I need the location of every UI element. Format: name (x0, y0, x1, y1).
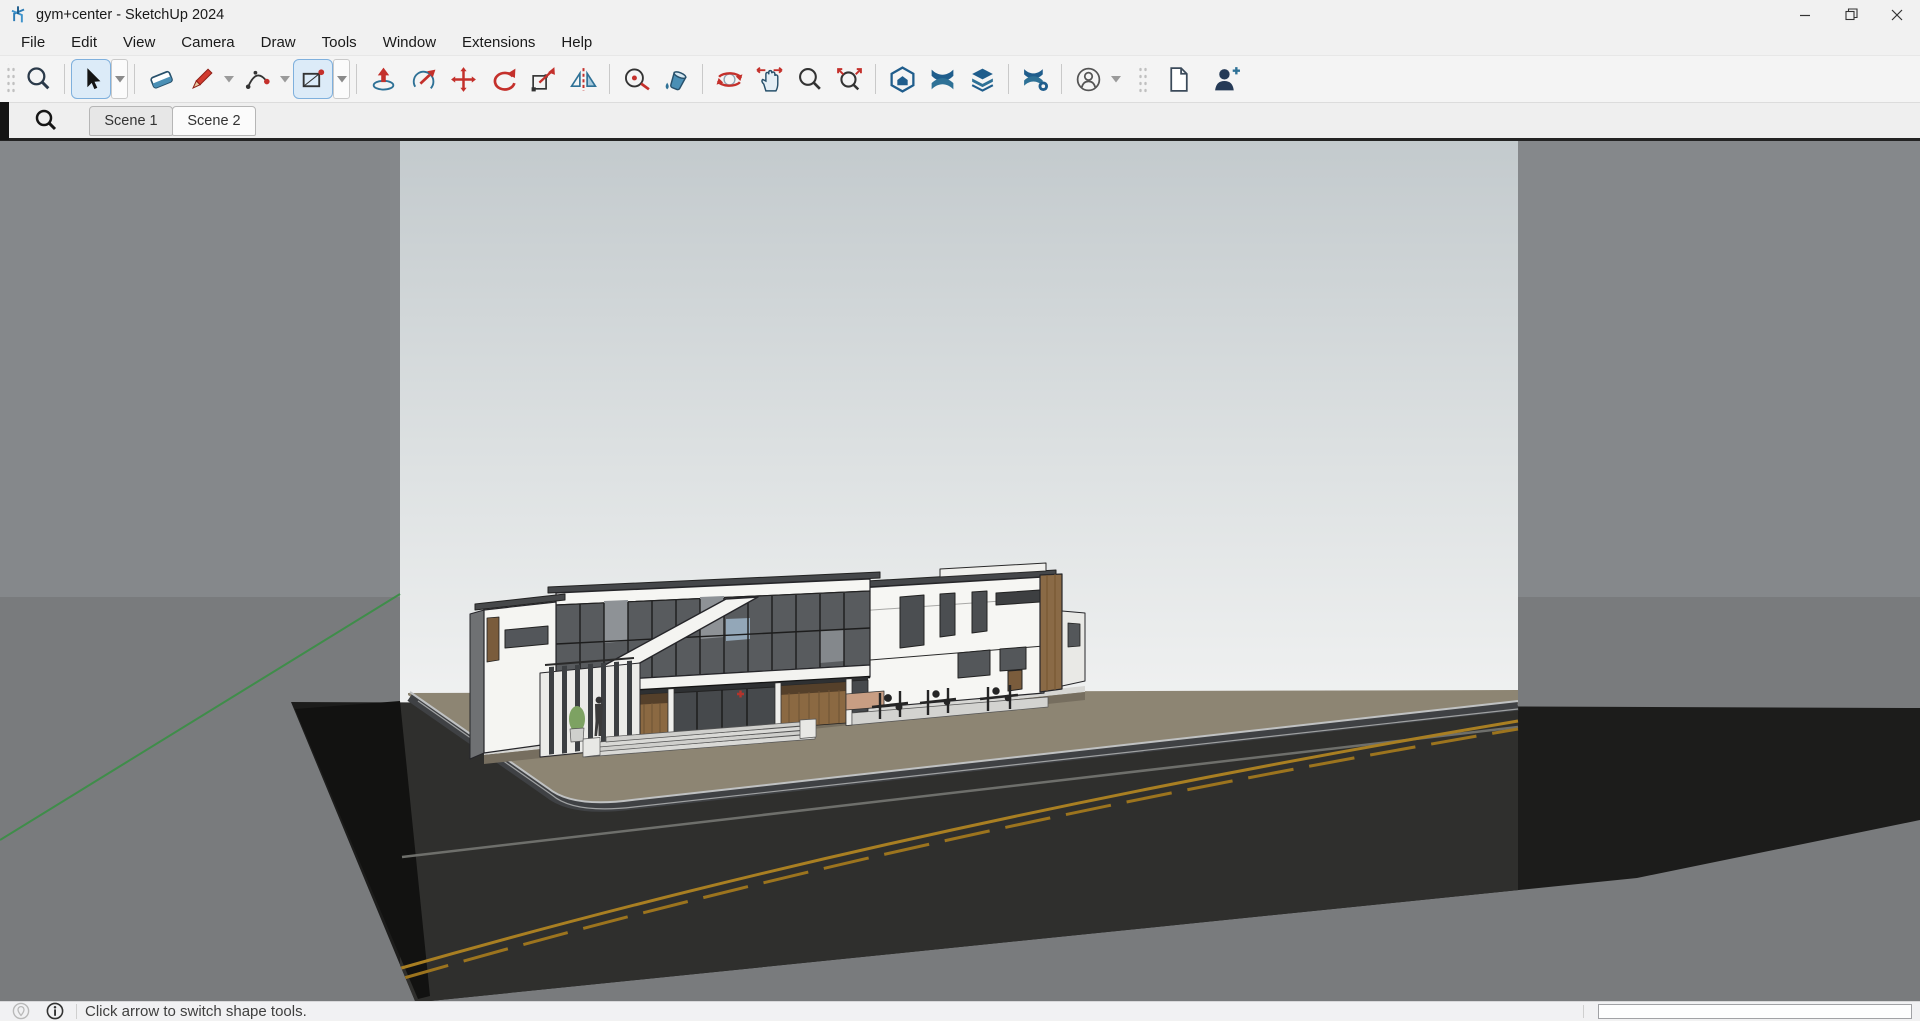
building-right-block (850, 563, 1085, 709)
close-icon (1891, 9, 1903, 21)
line-tool-icon[interactable] (181, 59, 221, 99)
menu-window[interactable]: Window (370, 31, 449, 54)
eraser-tool-icon[interactable] (141, 59, 181, 99)
rotate-tool-icon[interactable] (483, 59, 523, 99)
statusbar-separator (76, 1004, 77, 1019)
toolbar-grip[interactable] (5, 64, 15, 94)
extension-warehouse-icon[interactable] (922, 59, 962, 99)
title-bar: gym+center - SketchUp 2024 (0, 0, 1920, 29)
window-title: gym+center - SketchUp 2024 (36, 7, 224, 23)
viewport-canvas[interactable] (0, 141, 1920, 1001)
scale-tool-icon[interactable] (523, 59, 563, 99)
minimize-button[interactable] (1782, 0, 1828, 29)
menu-file[interactable]: File (8, 31, 58, 54)
pan-tool-icon[interactable] (749, 59, 789, 99)
scenebar-edge-strip (0, 102, 9, 140)
flip-tool-icon[interactable] (563, 59, 603, 99)
menu-bar: File Edit View Camera Draw Tools Window … (0, 29, 1920, 55)
tape-measure-tool-icon[interactable] (616, 59, 656, 99)
toolbar-grip[interactable] (1137, 64, 1147, 94)
menu-draw[interactable]: Draw (248, 31, 309, 54)
3d-warehouse-icon[interactable] (882, 59, 922, 99)
select-options-caret[interactable] (111, 59, 128, 99)
geolocation-icon[interactable] (8, 1002, 34, 1021)
measurements-input[interactable] (1598, 1004, 1912, 1019)
account-options-caret[interactable] (1108, 59, 1124, 99)
search-icon[interactable] (18, 59, 58, 99)
wood-end-panel (1040, 574, 1062, 692)
push-pull-tool-icon[interactable] (363, 59, 403, 99)
menu-edit[interactable]: Edit (58, 31, 110, 54)
menu-camera[interactable]: Camera (168, 31, 247, 54)
menu-help[interactable]: Help (548, 31, 605, 54)
follow-me-tool-icon[interactable] (403, 59, 443, 99)
info-icon[interactable] (42, 1002, 68, 1021)
arc-tool-icon[interactable] (237, 59, 277, 99)
move-tool-icon[interactable] (443, 59, 483, 99)
shapes-options-caret[interactable] (333, 59, 350, 99)
styles-layers-icon[interactable] (962, 59, 1002, 99)
main-toolbar (0, 55, 1920, 103)
menu-extensions[interactable]: Extensions (449, 31, 548, 54)
scene-tab-2[interactable]: Scene 2 (172, 106, 256, 136)
add-people-icon[interactable] (1206, 59, 1246, 99)
new-document-icon[interactable] (1158, 59, 1198, 99)
account-icon[interactable] (1068, 59, 1108, 99)
shapes-tool-icon[interactable] (293, 59, 333, 99)
sketchup-logo-icon (9, 6, 27, 24)
menu-tools[interactable]: Tools (309, 31, 370, 54)
menu-view[interactable]: View (110, 31, 168, 54)
select-tool-icon[interactable] (71, 59, 111, 99)
close-button[interactable] (1874, 0, 1920, 29)
extension-manager-icon[interactable] (1015, 59, 1055, 99)
paint-bucket-tool-icon[interactable] (656, 59, 696, 99)
restore-button[interactable] (1828, 0, 1874, 29)
zoom-extents-tool-icon[interactable] (829, 59, 869, 99)
measurements-separator (1583, 1005, 1584, 1018)
arc-options-caret[interactable] (277, 59, 293, 99)
restore-icon (1845, 8, 1858, 21)
line-options-caret[interactable] (221, 59, 237, 99)
statusbar-hint: Click arrow to switch shape tools. (85, 1003, 307, 1020)
scene-tab-1[interactable]: Scene 1 (89, 106, 173, 136)
zoom-tool-icon[interactable] (789, 59, 829, 99)
scene-tab-bar: Scene 1 Scene 2 (0, 103, 1920, 141)
orbit-tool-icon[interactable] (709, 59, 749, 99)
scene-search-icon[interactable] (29, 104, 63, 138)
status-bar: Click arrow to switch shape tools. (0, 1001, 1920, 1020)
minimize-icon (1799, 9, 1811, 21)
